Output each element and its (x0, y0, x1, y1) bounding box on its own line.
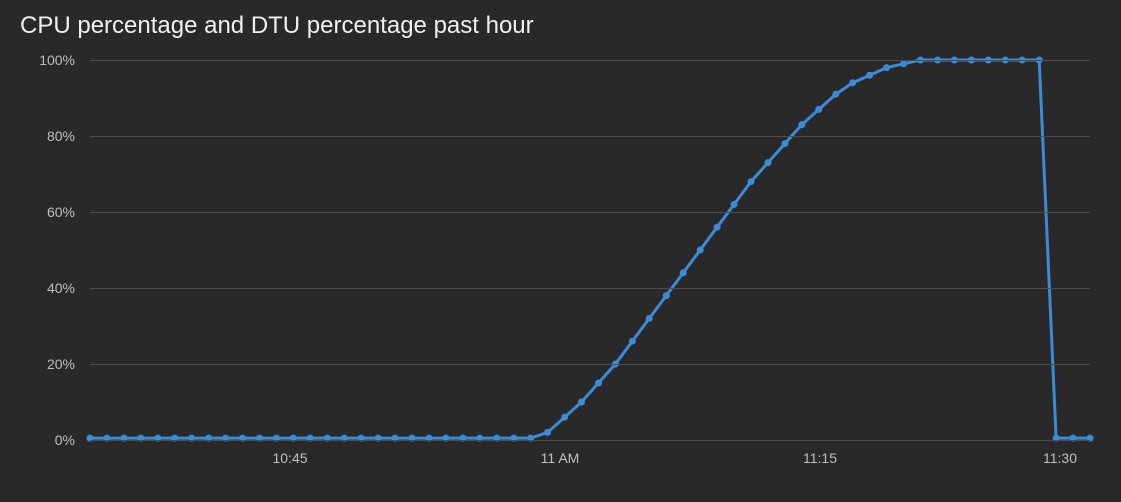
gridline (90, 364, 1090, 365)
gridline (90, 60, 1090, 61)
y-tick-label: 80% (15, 128, 75, 144)
gridline (90, 136, 1090, 137)
x-tick-label: 10:45 (272, 450, 307, 466)
gridline (90, 440, 1090, 441)
gridline (90, 212, 1090, 213)
chart-title: CPU percentage and DTU percentage past h… (20, 12, 534, 40)
plot-area: 0%20%40%60%80%100%10:4511 AM11:1511:30 (90, 60, 1090, 440)
y-tick-label: 100% (15, 52, 75, 68)
x-tick-label: 11 AM (541, 450, 580, 466)
gridline (90, 288, 1090, 289)
y-tick-label: 60% (15, 204, 75, 220)
metrics-chart-panel: CPU percentage and DTU percentage past h… (0, 0, 1121, 502)
y-tick-label: 0% (15, 432, 75, 448)
x-tick-label: 11:15 (803, 450, 837, 466)
y-tick-label: 20% (15, 356, 75, 372)
x-tick-label: 11:30 (1043, 450, 1077, 466)
y-tick-label: 40% (15, 280, 75, 296)
line-series (90, 60, 1090, 440)
